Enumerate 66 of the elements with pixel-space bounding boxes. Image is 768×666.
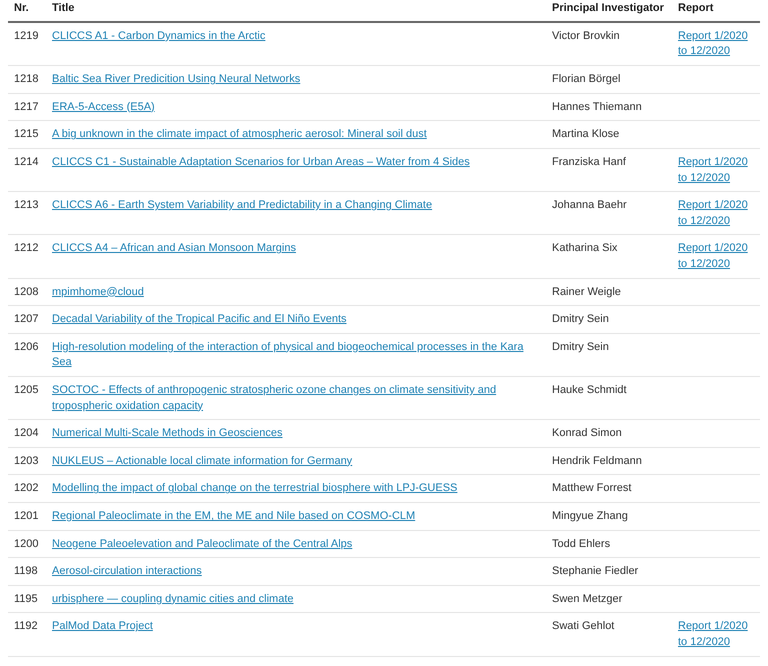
project-title-link[interactable]: Baltic Sea River Predicition Using Neural Networks [52, 72, 300, 88]
project-number: 1192 [8, 612, 46, 656]
investigator-name: Matthew Forrest [546, 474, 672, 503]
column-header: Principal Investigator [546, 0, 672, 22]
project-title-link[interactable]: CLICCS A6 - Earth System Variability and Predictability in a Changing Climate [52, 198, 432, 214]
project-title-link[interactable]: CLICCS C1 - Sustainable Adaptation Scenarios for Urban Areas – Water from 4 Sides [52, 154, 470, 170]
investigator-name: Todd Ehlers [546, 530, 672, 558]
project-number: 1212 [8, 234, 46, 278]
project-number: 1215 [8, 120, 46, 148]
project-number: 1213 [8, 192, 46, 235]
column-header: Title [46, 0, 546, 22]
investigator-name: Johanna Baehr [546, 192, 672, 235]
investigator-name: Hauke Schmidt [546, 376, 672, 420]
report-link[interactable]: Report 1/2020 to 12/2020 [678, 28, 754, 60]
investigator-name: Katharina Six [546, 234, 672, 278]
project-title-link[interactable]: NUKLEUS – Actionable local climate information for Germany [52, 454, 352, 470]
project-title-link[interactable]: PalMod Data Project [52, 619, 153, 636]
project-title-link[interactable]: Regional Paleoclimate in the EM, the ME and Nile based on COSMO-CLM [52, 509, 416, 525]
investigator-name: Mingyue Zhang [546, 502, 672, 530]
project-title-link[interactable]: ERA-5-Access (E5A) [52, 100, 155, 116]
project-number: 1217 [8, 93, 46, 121]
project-title-link[interactable]: A big unknown in the climate impact of atmospheric aerosol: Mineral soil dust [52, 127, 427, 143]
investigator-name: Rainer Weigle [546, 278, 672, 306]
investigator-name: Dmitry Sein [546, 306, 672, 334]
project-number: 1203 [8, 447, 46, 475]
investigator-name: Stephanie Fiedler [546, 558, 672, 586]
investigator-name: Hendrik Feldmann [546, 447, 672, 475]
investigator-name: Dmitry Sein [546, 333, 672, 376]
project-number: 1202 [8, 474, 46, 503]
project-number: 1218 [8, 66, 46, 94]
report-link[interactable]: Report 1/2020 to 12/2020 [678, 154, 754, 186]
project-title-link[interactable]: CLICCS A4 – African and Asian Monsoon Margins [52, 241, 296, 257]
project-title-link[interactable]: High-resolution modeling of the interaction of physical and biogeochemical processes in the Kara Sea [52, 340, 540, 371]
project-number: 1195 [8, 585, 46, 613]
project-number: 1214 [8, 148, 46, 192]
project-title-link[interactable]: SOCTOC - Effects of anthropogenic stratospheric ozone changes on climate sensitivity and tropospheric oxidation capacity [52, 382, 540, 414]
report-link[interactable]: Report 1/2020 to 12/2020 [678, 619, 754, 651]
project-number: 1200 [8, 530, 46, 558]
project-title-link[interactable]: urbisphere — coupling dynamic cities and climate [52, 592, 294, 608]
column-header: Report [672, 0, 760, 22]
project-title-link[interactable]: Decadal Variability of the Tropical Pacific and El Niño Events [52, 312, 346, 328]
investigator-name: Victor Brovkin [546, 22, 672, 66]
project-number: 1219 [8, 22, 46, 66]
project-title-link[interactable]: CLICCS A1 - Carbon Dynamics in the Arctic [52, 28, 266, 44]
investigator-name: Konrad Simon [546, 420, 672, 448]
investigator-name: Swati Gehlot [546, 612, 672, 656]
project-number: 1205 [8, 376, 46, 420]
report-link[interactable]: Report 1/2020 to 12/2020 [678, 198, 754, 230]
project-title-link[interactable]: Neogene Paleoelevation and Paleoclimate of the Central Alps [52, 536, 352, 552]
project-title-link[interactable]: Numerical Multi-Scale Methods in Geosciences [52, 426, 282, 442]
investigator-name: Hannes Thiemann [546, 93, 672, 121]
project-number: 1201 [8, 502, 46, 530]
investigator-name: Swen Metzger [546, 585, 672, 613]
investigator-name: Martina Klose [546, 120, 672, 148]
investigator-name: Franziska Hanf [546, 148, 672, 192]
project-number: 1206 [8, 333, 46, 376]
project-number: 1198 [8, 558, 46, 586]
investigator-name: Florian Börgel [546, 66, 672, 94]
project-number: 1204 [8, 420, 46, 448]
project-number: 1208 [8, 278, 46, 306]
project-number: 1207 [8, 306, 46, 334]
project-title-link[interactable]: mpimhome@cloud [52, 284, 144, 300]
report-link[interactable]: Report 1/2020 to 12/2020 [678, 241, 754, 273]
project-title-link[interactable]: Modelling the impact of global change on the terrestrial biosphere with LPJ-GUESS [52, 481, 458, 498]
column-header: Nr. [8, 0, 46, 22]
project-title-link[interactable]: Aerosol-circulation interactions [52, 564, 202, 580]
